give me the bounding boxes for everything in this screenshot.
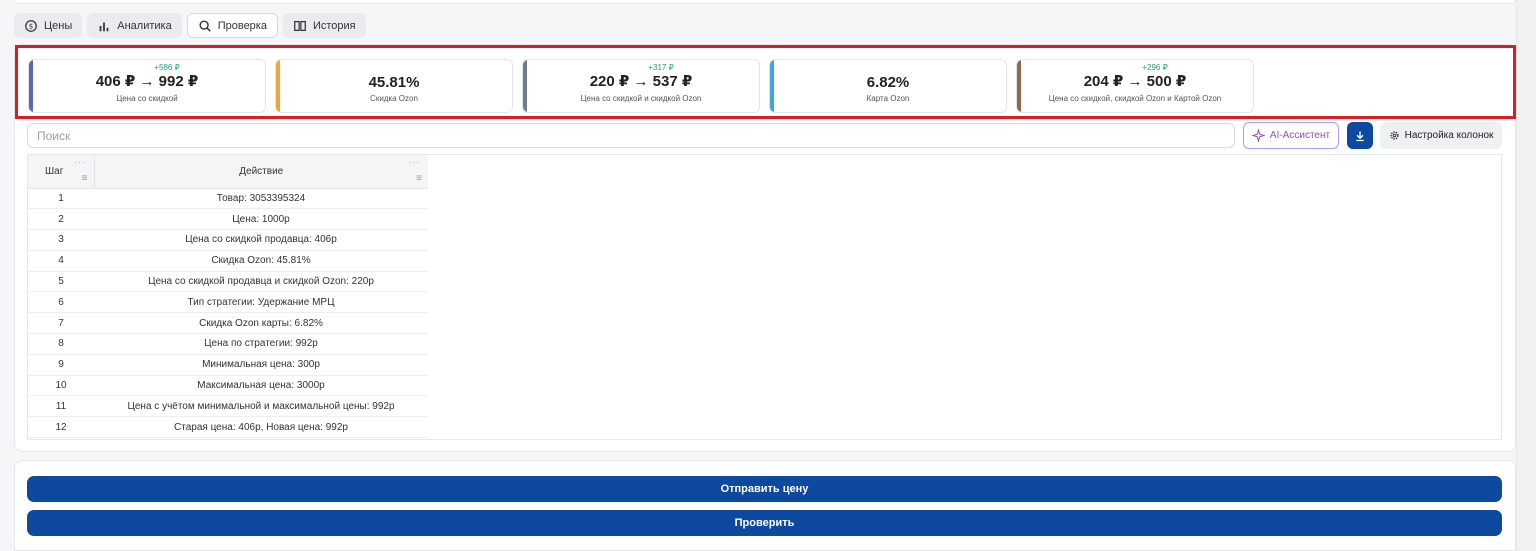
action-cell: Цена с учётом минимальной и максимальной…	[94, 395, 428, 418]
metrics-row: +586 ₽ 406 ₽ → 992 ₽ Цена со скидкой 45.…	[28, 59, 1254, 113]
download-button[interactable]	[1347, 122, 1373, 149]
bar-chart-icon	[99, 22, 109, 31]
table-row: 4 Скидка Ozon: 45.81%	[28, 250, 428, 272]
metric-label: Цена со скидкой, скидкой Ozon и Картой O…	[1048, 94, 1222, 103]
table-row: 3 Цена со скидкой продавца: 406р	[28, 229, 428, 251]
tab-history[interactable]: История	[282, 13, 366, 38]
send-price-button[interactable]: Отправить цену	[27, 476, 1502, 502]
step-cell: 1	[28, 188, 94, 210]
metric-value: 220 ₽ → 537 ₽	[589, 73, 693, 90]
metric-delta: +296 ₽	[1142, 63, 1168, 72]
search-icon	[199, 19, 211, 32]
column-settings-button[interactable]: Настройка колонок	[1380, 122, 1502, 149]
table-row: 7 Скидка Ozon карты: 6.82%	[28, 312, 428, 335]
step-cell: 8	[28, 333, 94, 355]
column-header-label: Шаг	[45, 165, 64, 177]
action-cell: Минимальная цена: 300р	[94, 354, 428, 376]
metric-label: Цена со скидкой	[116, 94, 178, 103]
action-cell: Цена со скидкой продавца: 406р	[94, 229, 428, 251]
step-cell: 2	[28, 208, 94, 231]
download-icon	[1356, 131, 1364, 141]
actions-card	[14, 460, 1516, 551]
column-header-action[interactable]: Действие ··· ≡	[94, 155, 428, 189]
metric-value: 204 ₽ → 500 ₽	[1083, 73, 1187, 90]
step-cell: 6	[28, 291, 94, 314]
column-menu-icon[interactable]: ≡	[416, 173, 422, 183]
metric-value: 406 ₽ → 992 ₽	[95, 73, 199, 90]
tab-bar: $ Цены Аналитика Проверка История	[14, 13, 366, 38]
metric-delta: +586 ₽	[154, 63, 180, 72]
steps-table-container: Шаг ··· ≡ Действие ··· ≡ 1 Товар: 3053395…	[27, 154, 1502, 440]
action-cell: Тип стратегии: Удержание МРЦ	[94, 291, 428, 314]
table-row: 8 Цена по стратегии: 992р	[28, 333, 428, 355]
table-row: 12 Старая цена: 406р, Новая цена: 992р	[28, 416, 428, 439]
ai-assistant-label: AI-Ассистент	[1269, 130, 1331, 141]
column-header-label: Действие	[239, 165, 284, 177]
top-panel-edge	[14, 0, 1516, 4]
action-cell: Скидка Ozon: 45.81%	[94, 250, 428, 272]
metric-card-discount-ozon-price: +317 ₽ 220 ₽ → 537 ₽ Цена со скидкой и с…	[522, 59, 760, 113]
table-row: 5 Цена со скидкой продавца и скидкой Ozon…	[28, 271, 428, 293]
table-row: 6 Тип стратегии: Удержание МРЦ	[28, 291, 428, 314]
action-cell: Товар: 3053395324	[94, 188, 428, 210]
table-row: 11 Цена с учётом минимальной и максимальн…	[28, 395, 428, 418]
metric-value: 45.81%	[368, 74, 420, 91]
metric-card-ozon-discount: 45.81% Скидка Ozon	[275, 59, 513, 113]
step-cell: 9	[28, 354, 94, 376]
metric-label: Цена со скидкой и скидкой Ozon	[580, 94, 702, 103]
action-cell: Скидка Ozon карты: 6.82%	[94, 312, 428, 335]
column-options-icon[interactable]: ···	[75, 158, 86, 167]
metric-card-discount-price: +586 ₽ 406 ₽ → 992 ₽ Цена со скидкой	[28, 59, 266, 113]
column-settings-label: Настройка колонок	[1404, 130, 1494, 141]
tab-prices[interactable]: $ Цены	[14, 13, 83, 38]
column-options-icon[interactable]: ···	[409, 158, 420, 167]
tab-analytics[interactable]: Аналитика	[87, 13, 182, 38]
ai-assistant-button[interactable]: AI-Ассистент	[1243, 122, 1339, 149]
table-row: 9 Минимальная цена: 300р	[28, 354, 428, 376]
metric-delta: +317 ₽	[648, 63, 674, 72]
step-cell: 4	[28, 250, 94, 272]
sparkle-icon	[1251, 129, 1265, 142]
column-header-step[interactable]: Шаг ··· ≡	[28, 155, 95, 189]
tab-label: Цены	[44, 19, 73, 32]
svg-text:$: $	[29, 22, 33, 30]
tab-check[interactable]: Проверка	[186, 13, 278, 38]
table-header-row: Шаг ··· ≡ Действие ··· ≡	[28, 155, 428, 189]
metric-card-ozon-card: 6.82% Карта Ozon	[769, 59, 1007, 113]
step-cell: 3	[28, 229, 94, 251]
tab-label: История	[312, 19, 356, 32]
action-cell: Максимальная цена: 3000р	[94, 375, 428, 397]
metric-value: 6.82%	[866, 74, 910, 91]
check-button[interactable]: Проверить	[27, 510, 1502, 536]
action-cell: Цена со скидкой продавца и скидкой Ozon:…	[94, 271, 428, 293]
step-cell: 11	[28, 395, 94, 418]
steps-table: Шаг ··· ≡ Действие ··· ≡ 1 Товар: 3053395…	[28, 155, 428, 439]
search-input[interactable]	[27, 123, 1235, 148]
step-cell: 10	[28, 375, 94, 397]
action-cell: Цена по стратегии: 992р	[94, 333, 428, 355]
page-scrollbar[interactable]	[1516, 0, 1536, 551]
refresh-currency-icon: $	[25, 19, 37, 32]
step-cell: 7	[28, 312, 94, 335]
table-row: 2 Цена: 1000р	[28, 208, 428, 231]
step-cell: 12	[28, 416, 94, 439]
tab-label: Аналитика	[117, 19, 172, 32]
table-row: 1 Товар: 3053395324	[28, 188, 428, 210]
step-cell: 5	[28, 271, 94, 293]
column-menu-icon[interactable]: ≡	[82, 173, 88, 183]
tab-label: Проверка	[217, 19, 267, 32]
metric-label: Карта Ozon	[866, 94, 910, 103]
metric-card-final-price: +296 ₽ 204 ₽ → 500 ₽ Цена со скидкой, ск…	[1016, 59, 1254, 113]
book-icon	[294, 20, 306, 31]
gear-icon	[1389, 131, 1399, 140]
table-row: 10 Максимальная цена: 3000р	[28, 375, 428, 397]
metric-label: Скидка Ozon	[370, 94, 418, 103]
action-cell: Старая цена: 406р, Новая цена: 992р	[94, 416, 428, 439]
action-cell: Цена: 1000р	[94, 208, 428, 231]
